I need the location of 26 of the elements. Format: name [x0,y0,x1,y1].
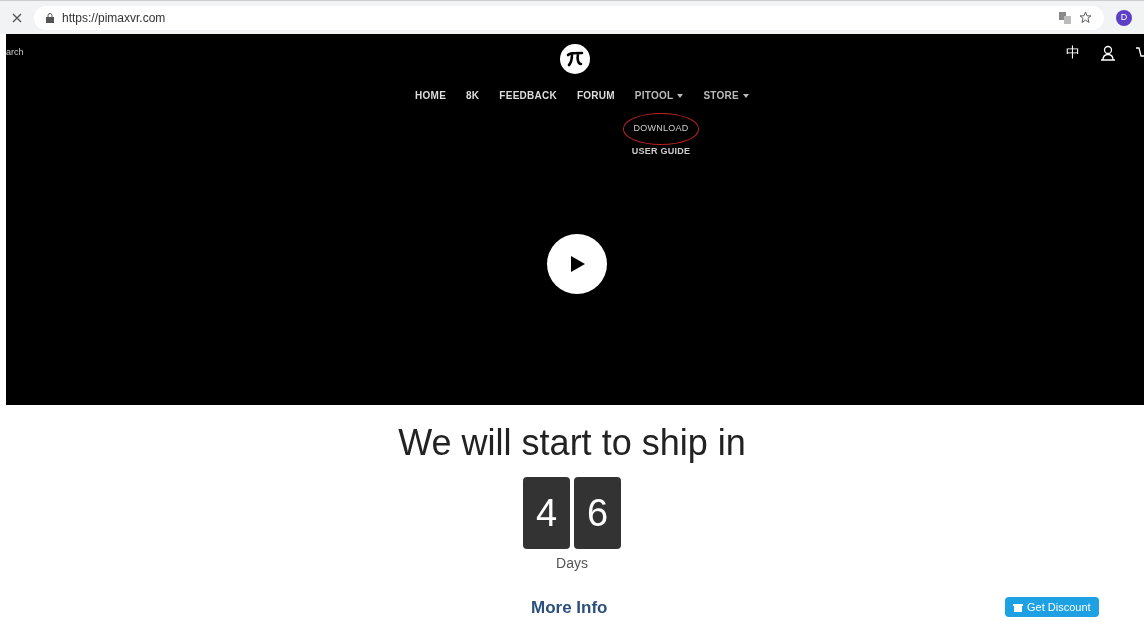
countdown-digit: 6 [574,477,621,549]
nav-link[interactable]: HOME [415,88,447,103]
url-text: https://pimaxvr.com [62,9,166,27]
address-bar[interactable]: https://pimaxvr.com [34,5,1104,30]
countdown-digit: 4 [523,477,570,549]
play-button[interactable] [547,234,607,294]
search-label[interactable]: arch [6,46,24,60]
close-icon[interactable] [12,12,22,23]
nav-dropdown-link[interactable]: STORE [703,88,739,103]
language-toggle[interactable]: 中 [1066,42,1080,63]
dropdown-item[interactable]: USER GUIDE [631,144,691,158]
nav-dropdown-link[interactable]: PITOOL [634,88,674,103]
nav-link[interactable]: FEEDBACK [499,88,557,103]
caret-icon [677,93,684,98]
countdown-heading: We will start to ship in [398,421,746,465]
caret-icon [742,93,749,98]
nav-link[interactable]: 8K [466,88,480,103]
pi-logo[interactable] [560,44,590,74]
dropdown-item[interactable]: DOWNLOAD [622,113,700,145]
lock-icon [46,12,54,23]
star-icon[interactable] [1079,11,1092,24]
more-info-link[interactable]: More Info [531,595,608,621]
user-icon[interactable] [1100,44,1116,61]
profile-avatar[interactable]: D [1116,9,1132,26]
nav-link[interactable]: FORUM [576,88,615,103]
countdown-unit: Days [556,554,588,573]
